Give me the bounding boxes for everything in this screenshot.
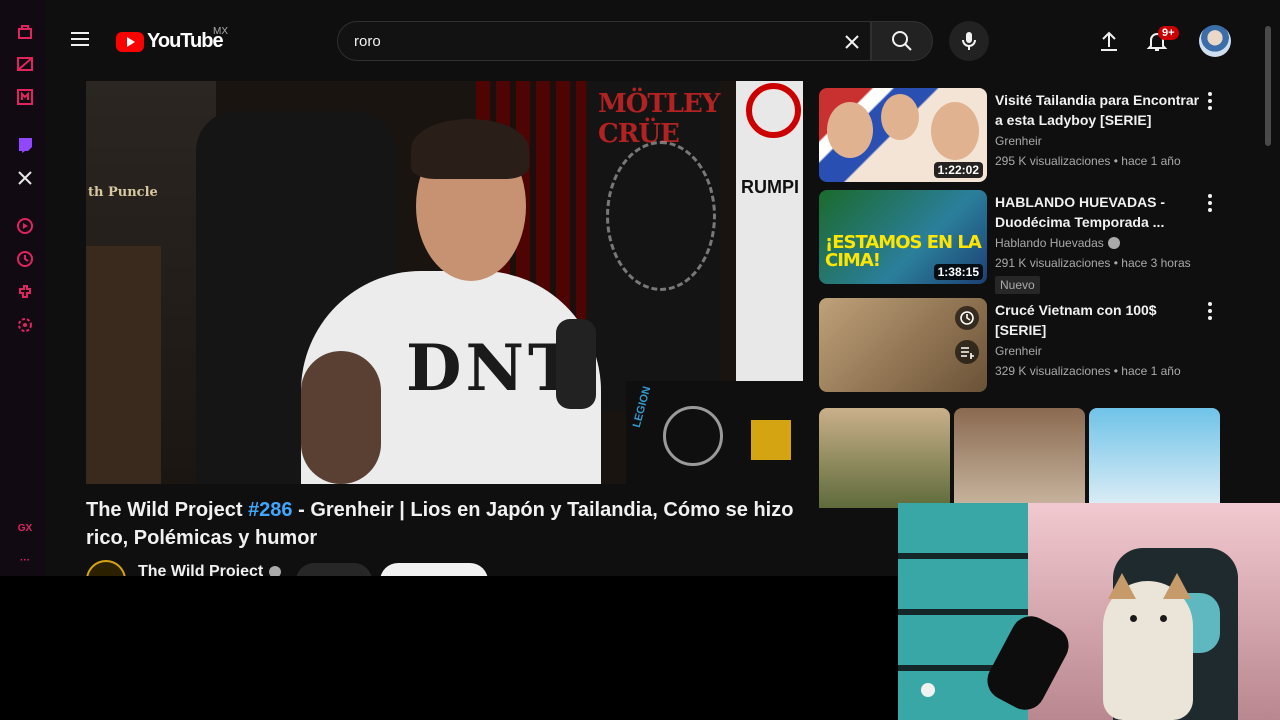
user-icon <box>921 683 935 697</box>
channel-row: The Wild Project <box>86 560 806 576</box>
recommendation-meta: 291 K visualizaciones • hace 3 horas <box>995 256 1191 270</box>
youtube-logo[interactable]: YouTube <box>116 30 224 53</box>
recommendation-meta: 295 K visualizaciones • hace 1 año <box>995 154 1181 168</box>
notifications-badge: 9+ <box>1158 26 1179 40</box>
scene-person-arm <box>301 351 381 484</box>
recommendation-title[interactable]: HABLANDO HUEVADAS - Duodécima Temporada … <box>995 192 1201 232</box>
microphone-icon <box>962 32 976 50</box>
youtube-page: YouTube MX roro 9+ th Puncle MÖTLEY CRÜE… <box>46 0 1280 576</box>
history-icon[interactable] <box>13 247 37 271</box>
recommendation-item[interactable]: 1:22:02 Visité Tailandia para Encontrar … <box>819 88 1229 184</box>
short-thumbnail[interactable] <box>954 408 1085 508</box>
channel-watermark-icon[interactable] <box>751 420 791 460</box>
upload-icon <box>1101 31 1117 51</box>
search-input[interactable]: roro <box>337 21 871 61</box>
recommendation-channel[interactable]: Grenheir <box>995 134 1042 148</box>
logo-text: YouTube <box>147 30 224 52</box>
scene-ghost-logo <box>746 83 801 138</box>
recommendation-meta: 329 K visualizaciones • hace 1 año <box>995 364 1181 378</box>
video-duration: 1:22:02 <box>933 162 983 178</box>
poster-text: th Puncle <box>88 185 158 200</box>
recommendation-channel[interactable]: Hablando Huevadas <box>995 236 1120 250</box>
add-to-queue-icon[interactable] <box>955 340 979 364</box>
thumbnail-face <box>931 102 979 160</box>
gx-player-icon[interactable] <box>13 85 37 109</box>
channel-name[interactable]: The Wild Project <box>138 563 282 576</box>
cat-eye <box>1160 615 1167 622</box>
more-options-icon[interactable] <box>1206 92 1214 110</box>
more-icon[interactable]: ··· <box>13 548 37 572</box>
clear-search-icon[interactable] <box>840 30 864 54</box>
cat-ear <box>1163 573 1191 599</box>
short-thumbnail[interactable] <box>819 408 950 508</box>
browser-sidebar: GX ··· <box>0 0 46 576</box>
verified-icon <box>269 565 282 576</box>
shirt-print: DNT <box>406 331 580 406</box>
search-value[interactable]: roro <box>354 33 381 50</box>
recommendation-channel[interactable]: Grenheir <box>995 344 1042 358</box>
page-scrollbar[interactable] <box>1265 26 1271 146</box>
scene-dragon-art <box>606 141 716 291</box>
thumbnail-face <box>881 94 919 140</box>
webcam-overlay <box>898 503 1280 720</box>
watch-later-icon[interactable] <box>955 306 979 330</box>
shorts-row <box>819 408 1249 508</box>
top-bar: YouTube MX roro 9+ <box>46 0 1280 80</box>
gx-label[interactable]: GX <box>13 516 37 540</box>
white-poster-text: RUMPI <box>741 177 799 197</box>
join-button[interactable] <box>296 563 372 576</box>
create-button[interactable] <box>1096 28 1122 54</box>
scene-poster <box>86 246 161 484</box>
verified-icon <box>1107 237 1120 249</box>
bag-icon[interactable] <box>13 20 37 44</box>
scene-desk-logo <box>663 406 723 466</box>
player-icon[interactable] <box>13 214 37 238</box>
more-options-icon[interactable] <box>1206 302 1214 320</box>
twitch-icon[interactable] <box>13 133 37 157</box>
title-hashtag[interactable]: #286 <box>248 499 293 521</box>
video-thumbnail[interactable] <box>819 298 987 392</box>
video-thumbnail[interactable]: 1:22:02 <box>819 88 987 182</box>
recommendation-title[interactable]: Crucé Vietnam con 100$ [SERIE] <box>995 300 1201 340</box>
search-button[interactable] <box>871 21 933 61</box>
scene-microphone <box>556 319 596 409</box>
title-prefix: The Wild Project <box>86 499 249 521</box>
voice-search-button[interactable] <box>949 21 989 61</box>
more-options-icon[interactable] <box>1206 194 1214 212</box>
new-badge: Nuevo <box>995 276 1040 294</box>
youtube-play-icon <box>116 31 144 52</box>
subscribe-button[interactable] <box>380 563 488 576</box>
video-player[interactable]: th Puncle MÖTLEY CRÜE RUMPI DNT LEGION <box>86 81 803 484</box>
scene-person-hair <box>411 119 529 179</box>
video-duration: 1:38:15 <box>933 264 983 280</box>
channel-avatar[interactable] <box>86 560 126 576</box>
account-avatar[interactable] <box>1199 25 1231 57</box>
extensions-icon[interactable] <box>13 280 37 304</box>
video-title: The Wild Project #286 - Grenheir | Lios … <box>86 496 806 552</box>
short-thumbnail[interactable] <box>1089 408 1220 508</box>
menu-icon[interactable] <box>68 28 92 52</box>
recommendation-title[interactable]: Visité Tailandia para Encontrar a esta L… <box>995 90 1201 130</box>
country-code: MX <box>213 26 228 37</box>
search-icon <box>892 31 912 51</box>
recommendation-item[interactable]: Crucé Vietnam con 100$ [SERIE] Grenheir … <box>819 298 1229 394</box>
settings-icon[interactable] <box>13 313 37 337</box>
video-thumbnail[interactable]: ¡ESTAMOS EN LA CIMA! 1:38:15 <box>819 190 987 284</box>
cat-eye <box>1130 615 1137 622</box>
x-twitter-icon[interactable] <box>13 166 37 190</box>
cat-ear <box>1108 573 1136 599</box>
thumbnail-face <box>827 102 873 158</box>
webcam-cat <box>1103 581 1193 720</box>
gx-corner-icon[interactable] <box>13 52 37 76</box>
recommendation-item[interactable]: ¡ESTAMOS EN LA CIMA! 1:38:15 HABLANDO HU… <box>819 190 1229 294</box>
